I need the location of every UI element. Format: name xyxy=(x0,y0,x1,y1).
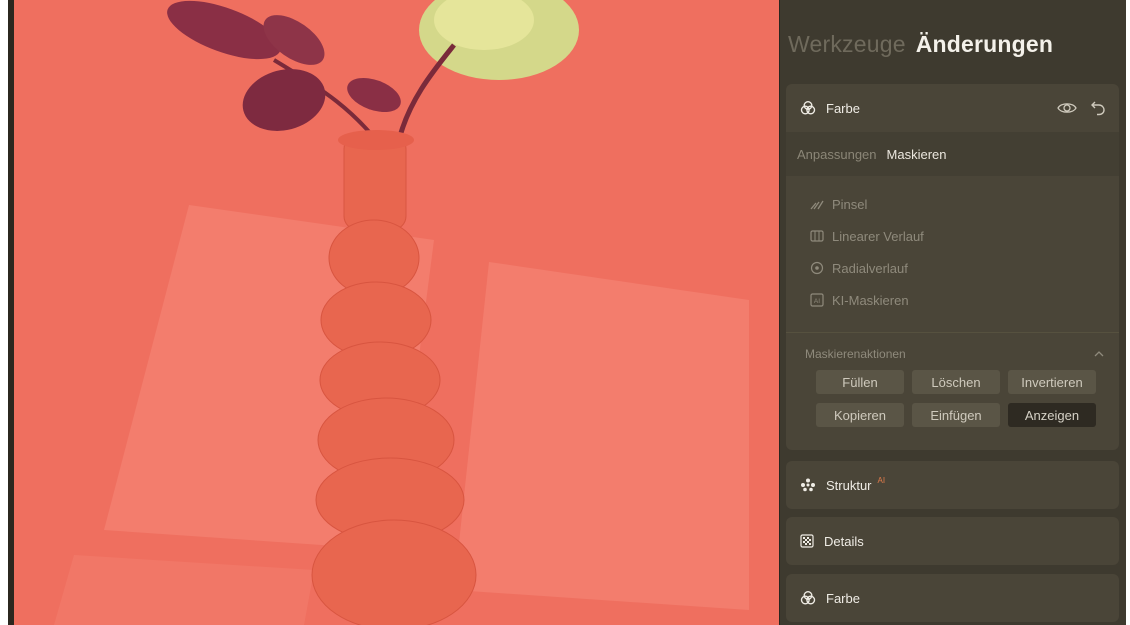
tool-ai-mask[interactable]: AI KI-Maskieren xyxy=(786,284,1119,316)
tool-linear-gradient[interactable]: Linearer Verlauf xyxy=(786,220,1119,252)
show-mask-button[interactable]: Anzeigen xyxy=(1008,403,1096,427)
svg-text:AI: AI xyxy=(814,298,820,305)
color-panel-2-title: Farbe xyxy=(826,590,860,606)
details-icon xyxy=(800,534,814,548)
masked-photo xyxy=(14,0,779,625)
color-subtabs: Anpassungen Maskieren xyxy=(786,132,1119,176)
panel-tabs: Werkzeuge Änderungen xyxy=(788,28,1053,60)
tool-ai-mask-label: KI-Maskieren xyxy=(832,292,909,308)
color-panel-2-header[interactable]: Farbe xyxy=(786,574,1119,622)
color-panel-title: Farbe xyxy=(826,100,860,116)
tool-brush[interactable]: Pinsel xyxy=(786,188,1119,220)
tab-edits[interactable]: Änderungen xyxy=(916,31,1053,58)
color-panel-2[interactable]: Farbe xyxy=(786,574,1119,622)
eye-icon[interactable] xyxy=(1057,101,1077,115)
color-panel-header[interactable]: Farbe xyxy=(786,84,1119,132)
tool-radial-gradient[interactable]: Radialverlauf xyxy=(786,252,1119,284)
chevron-up-icon[interactable] xyxy=(1093,350,1105,358)
structure-icon xyxy=(800,478,816,492)
right-panel: Werkzeuge Änderungen Farbe Anpassungen M… xyxy=(779,0,1126,625)
structure-title: Struktur xyxy=(826,477,872,493)
color-circles-icon xyxy=(800,590,816,606)
paste-button[interactable]: Einfügen xyxy=(912,403,1000,427)
delete-button[interactable]: Löschen xyxy=(912,370,1000,394)
mask-actions-header[interactable]: Maskierenaktionen xyxy=(786,343,1119,365)
fill-button[interactable]: Füllen xyxy=(816,370,904,394)
mask-actions-label: Maskierenaktionen xyxy=(805,347,906,361)
tab-adjustments[interactable]: Anpassungen xyxy=(797,147,877,162)
linear-gradient-icon xyxy=(810,230,824,242)
tool-linear-gradient-label: Linearer Verlauf xyxy=(832,228,924,244)
mask-tools-list: Pinsel Linearer Verlauf Radialverlauf AI… xyxy=(786,176,1119,316)
tool-radial-gradient-label: Radialverlauf xyxy=(832,260,908,276)
structure-panel[interactable]: Struktur AI xyxy=(786,461,1119,509)
mask-actions-buttons: Füllen Löschen Invertieren Kopieren Einf… xyxy=(816,370,1096,427)
invert-button[interactable]: Invertieren xyxy=(1008,370,1096,394)
details-title: Details xyxy=(824,533,864,549)
structure-panel-header[interactable]: Struktur AI xyxy=(786,461,1119,509)
divider xyxy=(786,332,1119,333)
undo-icon[interactable] xyxy=(1091,100,1105,116)
color-panel-actions xyxy=(1057,100,1105,116)
details-panel-header[interactable]: Details xyxy=(786,517,1119,565)
ai-mask-icon: AI xyxy=(810,293,824,307)
app-window: Werkzeuge Änderungen Farbe Anpassungen M… xyxy=(0,0,1130,625)
color-panel: Farbe Anpassungen Maskieren Pinsel Linea… xyxy=(786,84,1119,450)
tool-brush-label: Pinsel xyxy=(832,196,868,212)
ai-badge: AI xyxy=(877,475,886,485)
details-panel[interactable]: Details xyxy=(786,517,1119,565)
radial-gradient-icon xyxy=(810,261,824,275)
tab-tools[interactable]: Werkzeuge xyxy=(788,31,906,58)
copy-button[interactable]: Kopieren xyxy=(816,403,904,427)
tab-masking[interactable]: Maskieren xyxy=(887,147,947,162)
brush-icon xyxy=(810,198,824,210)
color-circles-icon xyxy=(800,100,816,116)
photo-canvas[interactable] xyxy=(8,0,779,625)
